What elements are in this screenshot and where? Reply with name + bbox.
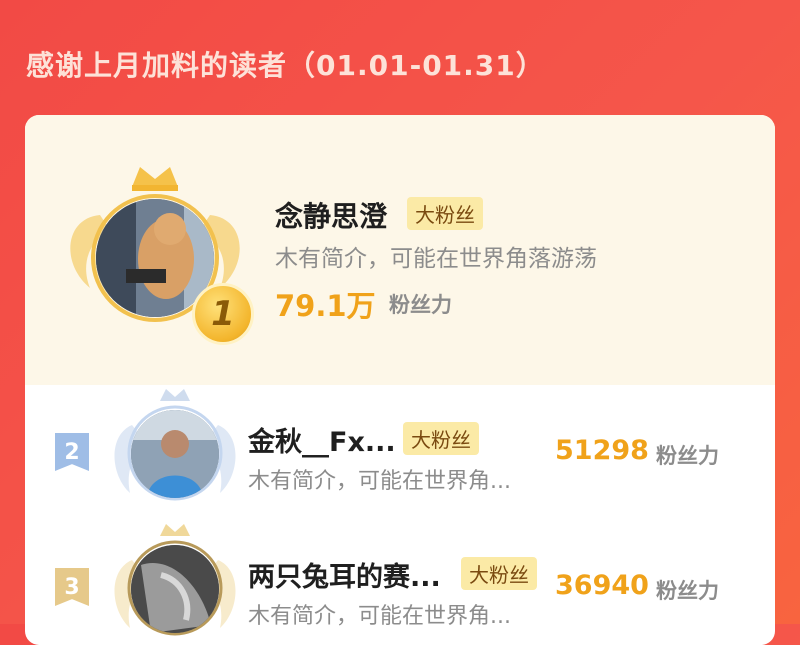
fan-power-label: 粉丝力 [389, 293, 452, 317]
reader-row[interactable]: 2 金秋__Fx... 大粉丝 木有简介，可能在世界角... 51298 粉丝力 [25, 385, 775, 520]
rank-medal-icon: 1 [192, 283, 254, 345]
reader-name[interactable]: 金秋__Fx... [248, 420, 396, 459]
top-reader-section[interactable]: 1 念静思澄 大粉丝 木有简介，可能在世界角落游荡 79.1万 粉丝力 [25, 115, 775, 385]
fan-power-value: 36940 [555, 570, 649, 601]
fan-power-label: 粉丝力 [656, 579, 719, 603]
page-title: 感谢上月加料的读者（01.01-01.31） [26, 49, 545, 82]
reader-ranking-card: 1 念静思澄 大粉丝 木有简介，可能在世界角落游荡 79.1万 粉丝力 2 金秋… [25, 115, 775, 645]
rank-medal-icon: 2 [55, 433, 89, 471]
fan-level-tag: 大粉丝 [407, 197, 483, 230]
person-photo-icon [131, 410, 219, 498]
reader-name[interactable]: 两只兔耳的赛... [248, 555, 441, 594]
rank-medal-icon: 3 [55, 568, 89, 606]
reader-avatar[interactable] [131, 410, 219, 498]
reader-bio: 木有简介，可能在世界角... [248, 604, 511, 629]
fan-level-tag: 大粉丝 [461, 557, 537, 590]
reader-avatar[interactable] [131, 545, 219, 633]
reader-bio: 木有简介，可能在世界角落游荡 [275, 246, 597, 272]
abstract-photo-icon [131, 545, 219, 633]
fan-power-value: 51298 [555, 435, 649, 466]
fan-power-value: 79.1万 [275, 289, 376, 323]
fan-level-tag: 大粉丝 [403, 422, 479, 455]
reader-name[interactable]: 念静思澄 [275, 195, 387, 235]
fan-power-label: 粉丝力 [656, 444, 719, 468]
reader-bio: 木有简介，可能在世界角... [248, 469, 511, 494]
reader-row[interactable]: 3 两只兔耳的赛... 大粉丝 木有简介，可能在世界角... 36940 粉丝力 [25, 520, 775, 645]
top-reader-avatar-frame: 1 [60, 163, 254, 345]
